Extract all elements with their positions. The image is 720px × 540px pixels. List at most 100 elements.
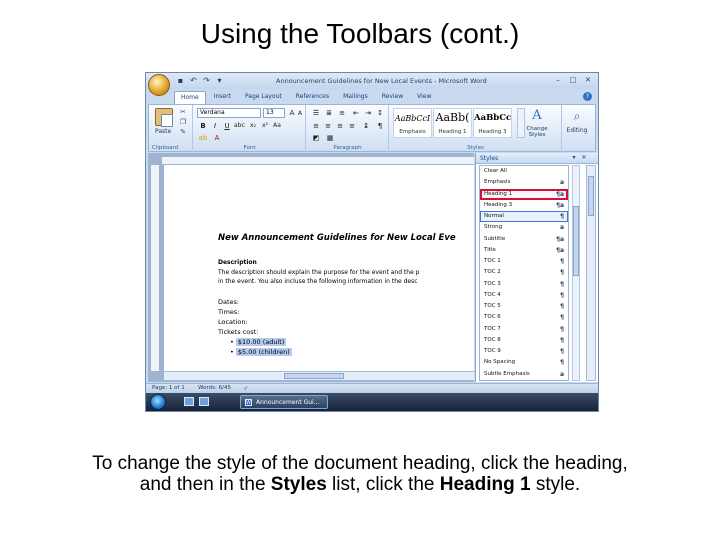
italic-button[interactable]: I bbox=[210, 121, 220, 131]
tab-references[interactable]: References bbox=[290, 91, 335, 104]
change-styles-icon[interactable]: A bbox=[529, 108, 545, 124]
styles-pane-scroll-thumb[interactable] bbox=[573, 206, 579, 276]
style-tile-name: Heading 1 bbox=[438, 129, 467, 135]
page-count[interactable]: Page: 1 of 1 bbox=[152, 385, 185, 391]
style-list-item[interactable]: TOC 1 ¶ bbox=[480, 256, 568, 267]
tab-page-layout[interactable]: Page Layout bbox=[239, 91, 288, 104]
word-count[interactable]: Words: 6/45 bbox=[198, 385, 231, 391]
sort-icon[interactable]: ↕ bbox=[375, 108, 385, 118]
vertical-scrollbar[interactable] bbox=[586, 165, 596, 381]
align-left-icon[interactable]: ≡ bbox=[311, 121, 321, 131]
change-styles-button[interactable]: Change Styles bbox=[525, 126, 549, 138]
quick-launch-icon[interactable] bbox=[199, 397, 209, 406]
subscript-icon[interactable]: x₂ bbox=[248, 121, 258, 131]
style-list-item-name: TOC 1 bbox=[484, 258, 501, 264]
bullets-icon[interactable]: ☰ bbox=[311, 108, 321, 118]
office-button[interactable] bbox=[148, 74, 170, 96]
style-list-item[interactable]: Heading 3 ¶a bbox=[480, 200, 568, 211]
pane-close-icon[interactable]: ✕ bbox=[580, 154, 588, 162]
tab-insert[interactable]: Insert bbox=[208, 91, 237, 104]
style-tile-heading-3[interactable]: AaBbCc Heading 3 bbox=[473, 108, 512, 138]
justify-icon[interactable]: ≡ bbox=[347, 121, 357, 131]
underline-button[interactable]: U bbox=[222, 121, 232, 131]
style-list-item[interactable]: TOC 3 ¶ bbox=[480, 279, 568, 290]
shrink-font-button[interactable]: A bbox=[295, 109, 305, 119]
style-list-item[interactable]: TOC 6 ¶ bbox=[480, 312, 568, 323]
style-tile-emphasis[interactable]: AaBbCcI Emphasis bbox=[393, 108, 432, 138]
multilevel-list-icon[interactable]: ≡ bbox=[337, 108, 347, 118]
customize-icon[interactable]: ▾ bbox=[215, 76, 224, 85]
style-list-item[interactable]: Heading 1 ¶a bbox=[480, 188, 568, 200]
numbering-icon[interactable]: ≣ bbox=[324, 108, 334, 118]
quick-access-toolbar: ▪ ↶ ↷ ▾ bbox=[176, 76, 224, 85]
taskbar-word-button[interactable]: W Announcement Gui... bbox=[240, 395, 328, 409]
redo-icon[interactable]: ↷ bbox=[202, 76, 211, 85]
undo-icon[interactable]: ↶ bbox=[189, 76, 198, 85]
clear-format-button[interactable]: Aa bbox=[272, 121, 282, 131]
style-list-item[interactable]: TOC 8 ¶ bbox=[480, 335, 568, 346]
strikethrough-icon[interactable]: abc bbox=[234, 121, 245, 131]
style-list-item[interactable]: Emphasis a bbox=[480, 177, 568, 188]
cut-icon[interactable]: ✂ bbox=[179, 109, 187, 116]
paste-button[interactable]: Paste bbox=[155, 128, 171, 135]
save-icon[interactable]: ▪ bbox=[176, 76, 185, 85]
editing-button[interactable]: Editing bbox=[563, 127, 591, 134]
copy-icon[interactable]: ❐ bbox=[179, 119, 187, 126]
superscript-icon[interactable]: x² bbox=[260, 121, 270, 131]
styles-gallery-scroll[interactable] bbox=[517, 108, 525, 138]
style-list-item[interactable]: TOC 2 ¶ bbox=[480, 267, 568, 278]
format-painter-icon[interactable]: ✎ bbox=[179, 129, 187, 136]
tab-review[interactable]: Review bbox=[376, 91, 409, 104]
font-color-button[interactable]: A bbox=[212, 133, 222, 143]
status-bar: Page: 1 of 1 Words: 6/45 ✓ bbox=[146, 383, 598, 393]
align-right-icon[interactable]: ≡ bbox=[335, 121, 345, 131]
horizontal-scroll-thumb[interactable] bbox=[284, 373, 344, 379]
font-size-field[interactable]: 13 bbox=[263, 108, 285, 118]
style-list-item[interactable]: TOC 7 ¶ bbox=[480, 324, 568, 335]
style-list-item[interactable]: TOC 5 ¶ bbox=[480, 301, 568, 312]
style-list-item[interactable]: No Spacing ¶ bbox=[480, 357, 568, 368]
styles-pane-scrollbar[interactable] bbox=[572, 165, 580, 381]
increase-indent-icon[interactable]: ⇥ bbox=[363, 108, 373, 118]
style-list-item[interactable]: TOC 9 ¶ bbox=[480, 346, 568, 357]
proofing-icon[interactable]: ✓ bbox=[242, 385, 250, 393]
style-list-item-name: Subtle Emphasis bbox=[484, 370, 530, 377]
highlight-icon[interactable]: ab bbox=[198, 133, 208, 143]
tab-mailings[interactable]: Mailings bbox=[337, 91, 374, 104]
binoculars-icon[interactable]: ⌕ bbox=[570, 108, 584, 124]
style-tile-heading-1[interactable]: AaBb( Heading 1 bbox=[433, 108, 472, 138]
maximize-button[interactable]: □ bbox=[567, 75, 579, 85]
close-button[interactable]: ✕ bbox=[582, 75, 594, 85]
style-list-item[interactable]: Subtitle ¶a bbox=[480, 234, 568, 245]
horizontal-scrollbar[interactable] bbox=[164, 371, 474, 380]
slide-title: Using the Toolbars (cont.) bbox=[200, 18, 520, 49]
borders-icon[interactable]: ▦ bbox=[325, 133, 335, 143]
vertical-scroll-thumb[interactable] bbox=[588, 176, 594, 216]
show-desktop-icon[interactable] bbox=[184, 397, 194, 406]
show-hide-button[interactable]: ¶ bbox=[375, 121, 385, 131]
tab-home[interactable]: Home bbox=[174, 91, 206, 104]
minimize-button[interactable]: – bbox=[552, 75, 564, 85]
paste-icon[interactable] bbox=[155, 108, 173, 127]
start-button[interactable] bbox=[150, 394, 166, 410]
decrease-indent-icon[interactable]: ⇤ bbox=[351, 108, 361, 118]
font-name-field[interactable]: Verdana bbox=[197, 108, 261, 118]
help-icon[interactable]: ? bbox=[583, 92, 592, 101]
style-list-item-name: TOC 5 bbox=[484, 303, 501, 309]
style-list-item[interactable]: Subtle Emphasis a bbox=[480, 369, 568, 380]
style-list-item[interactable]: Clear All bbox=[480, 166, 568, 177]
style-list-item[interactable]: Strong a bbox=[480, 222, 568, 233]
shading-icon[interactable]: ◩ bbox=[311, 133, 321, 143]
style-list-item-name: TOC 9 bbox=[484, 348, 501, 354]
document-page[interactable]: New Announcement Guidelines for New Loca… bbox=[164, 165, 474, 371]
bold-button[interactable]: B bbox=[198, 121, 208, 131]
style-list-item-name: Heading 1 bbox=[484, 190, 513, 197]
line-spacing-icon[interactable]: ↨ bbox=[361, 121, 371, 131]
style-list-item[interactable]: TOC 4 ¶ bbox=[480, 290, 568, 301]
document-heading[interactable]: New Announcement Guidelines for New Loca… bbox=[218, 233, 456, 243]
align-center-icon[interactable]: ≡ bbox=[323, 121, 333, 131]
tab-view[interactable]: View bbox=[411, 91, 437, 104]
style-list-item[interactable]: Title ¶a bbox=[480, 245, 568, 256]
pane-menu-icon[interactable]: ▾ bbox=[570, 154, 578, 162]
style-list-item[interactable]: Normal ¶ bbox=[480, 211, 568, 223]
